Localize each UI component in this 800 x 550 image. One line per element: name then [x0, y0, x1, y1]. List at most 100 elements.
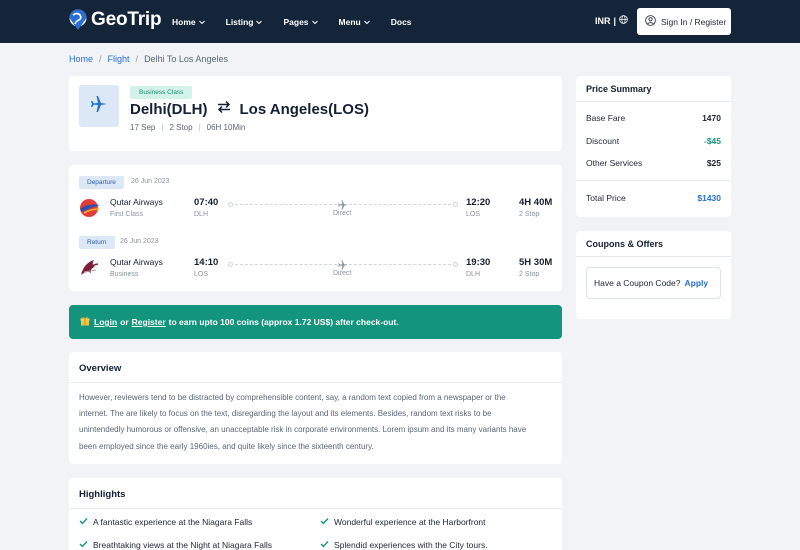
- price-label: Other Services: [586, 158, 643, 168]
- nav-menu-label: Menu: [338, 16, 361, 27]
- class-badge: Business Class: [130, 86, 193, 99]
- nav-listing[interactable]: Listing: [226, 17, 264, 27]
- nav-listing-label: Listing: [225, 16, 254, 27]
- arrival-time: 12:20: [466, 197, 491, 208]
- currency-selector[interactable]: INR |: [595, 15, 628, 26]
- overview-line: internet. The are likely to focus on the…: [79, 409, 492, 419]
- highlight-text: A fantastic experience at the Niagara Fa…: [93, 517, 253, 527]
- route-title: Delhi(DLH) Los Angeles(LOS): [130, 100, 369, 118]
- route-origin: Delhi(DLH): [130, 100, 208, 118]
- airline-cabin: Business: [110, 271, 139, 278]
- brand-logo[interactable]: GeoTrip: [68, 9, 162, 31]
- gift-icon: [80, 316, 90, 328]
- total-label: Total Price: [586, 193, 626, 203]
- breadcrumb-home[interactable]: Home: [69, 54, 93, 64]
- route-end-dot: [453, 262, 458, 267]
- departure-time: 07:40: [194, 197, 219, 208]
- airline-logo-icon: [78, 257, 102, 279]
- chevron-down-icon: [198, 18, 206, 26]
- route-start-dot: [228, 262, 233, 267]
- signin-label: Sign In / Register: [661, 16, 727, 27]
- overview-line: However, reviewers tend to be distracted…: [79, 393, 506, 402]
- arrival-code: LOS: [466, 211, 481, 218]
- chevron-down-icon: [363, 18, 371, 26]
- section-divider: [576, 180, 731, 181]
- top-navbar: GeoTrip Home Listing Pages Menu Docs INR…: [0, 0, 800, 43]
- overview-title: Overview: [79, 363, 122, 374]
- breadcrumb-flight[interactable]: Flight: [108, 54, 130, 64]
- route-destination: Los Angeles(LOS): [239, 100, 369, 118]
- apply-coupon-button[interactable]: Apply: [684, 278, 708, 288]
- brand-name: GeoTrip: [91, 9, 162, 30]
- nav-pages[interactable]: Pages: [283, 17, 318, 27]
- main-nav: Home Listing Pages Menu Docs: [172, 0, 432, 43]
- flight-duration: 06H 10Min: [206, 123, 246, 132]
- nav-home[interactable]: Home: [172, 17, 206, 27]
- promo-login-link[interactable]: Login: [94, 317, 117, 327]
- arrival-time: 19:30: [466, 257, 491, 268]
- departure-leg: Departure 26 Jun 2023 Qutar Airways Firs…: [69, 176, 562, 228]
- nav-docs[interactable]: Docs: [391, 17, 412, 27]
- overview-line: been employed since the early 1960ies, a…: [79, 441, 374, 451]
- flight-date: 17 Sep: [130, 123, 156, 132]
- flight-meta: 17 Sep | 2 Stop | 06H 10Min: [130, 123, 245, 132]
- leg-duration: 5H 30M: [519, 257, 553, 268]
- breadcrumb-current: Delhi To Los Angeles: [144, 54, 228, 64]
- check-icon: [320, 517, 329, 527]
- price-row-base-fare: Base Fare 1470: [586, 113, 721, 123]
- highlight-text: Splendid experiences with the City tours…: [334, 540, 488, 550]
- promo-text: to earn upto 100 coins (approx 1.72 US$)…: [168, 317, 399, 327]
- price-row-discount: Discount -$45: [586, 136, 721, 146]
- leg-stops: 2 Stop: [519, 211, 540, 218]
- signin-register-button[interactable]: Sign In / Register: [637, 8, 731, 35]
- promo-register-link[interactable]: Register: [132, 317, 166, 327]
- direct-plane-icon: [337, 258, 349, 270]
- leg-date: 26 Jun 2023: [131, 178, 170, 185]
- coupon-code-box[interactable]: Have a Coupon Code? Apply: [586, 267, 721, 299]
- departure-code: DLH: [194, 211, 209, 218]
- price-summary-title: Price Summary: [586, 84, 652, 94]
- section-divider: [69, 382, 562, 383]
- flight-header-card: Business Class Delhi(DLH) Los Angeles(LO…: [69, 76, 562, 151]
- overview-line: unintendedly humorous or offensive, an u…: [79, 425, 527, 435]
- price-value: 1470: [702, 113, 721, 123]
- section-divider: [576, 256, 731, 257]
- price-label: Discount: [586, 136, 620, 146]
- direct-plane-icon: [337, 198, 349, 210]
- route-start-dot: [228, 202, 233, 207]
- coupons-card: Coupons & Offers Have a Coupon Code? App…: [576, 231, 731, 319]
- leg-tag-departure: Departure: [79, 176, 124, 189]
- departure-code: LOS: [194, 271, 209, 278]
- airline-name: Qutar Airways: [110, 257, 163, 267]
- highlight-item: Splendid experiences with the City tours…: [320, 540, 488, 550]
- flight-type: Direct: [333, 210, 352, 217]
- highlight-text: Breathtaking views at the Night at Niaga…: [93, 540, 273, 550]
- route-end-dot: [453, 202, 458, 207]
- check-icon: [79, 517, 88, 527]
- nav-home-label: Home: [172, 16, 196, 27]
- coupons-title: Coupons & Offers: [586, 239, 664, 249]
- leg-tag-return: Return: [79, 236, 115, 249]
- overview-text: However, reviewers tend to be distracted…: [79, 390, 549, 455]
- airline-logo-icon: [78, 197, 102, 219]
- price-row-other-services: Other Services $25: [586, 158, 721, 168]
- highlights-card: Highlights A fantastic experience at the…: [69, 478, 562, 550]
- leg-stops: 2 Stop: [519, 271, 540, 278]
- price-row-total: Total Price $1430: [586, 193, 721, 203]
- plane-icon-box: [79, 85, 119, 127]
- nav-menu[interactable]: Menu: [339, 17, 371, 27]
- currency-label: INR: [595, 15, 611, 26]
- section-divider: [576, 101, 731, 102]
- departure-time: 14:10: [194, 257, 219, 268]
- overview-card: Overview However, reviewers tend to be d…: [69, 352, 562, 464]
- airline-cabin: First Class: [110, 211, 144, 218]
- chevron-down-icon: [255, 18, 263, 26]
- highlight-item: A fantastic experience at the Niagara Fa…: [79, 517, 252, 527]
- chevron-down-icon: [311, 18, 319, 26]
- itinerary-card: Departure 26 Jun 2023 Qutar Airways Firs…: [69, 165, 562, 291]
- nav-docs-label: Docs: [390, 16, 412, 27]
- swap-arrows-icon: [216, 100, 232, 118]
- coupon-prompt: Have a Coupon Code?: [594, 278, 681, 288]
- nav-pages-label: Pages: [283, 16, 309, 27]
- breadcrumb: Home / Flight / Delhi To Los Angeles: [69, 54, 228, 64]
